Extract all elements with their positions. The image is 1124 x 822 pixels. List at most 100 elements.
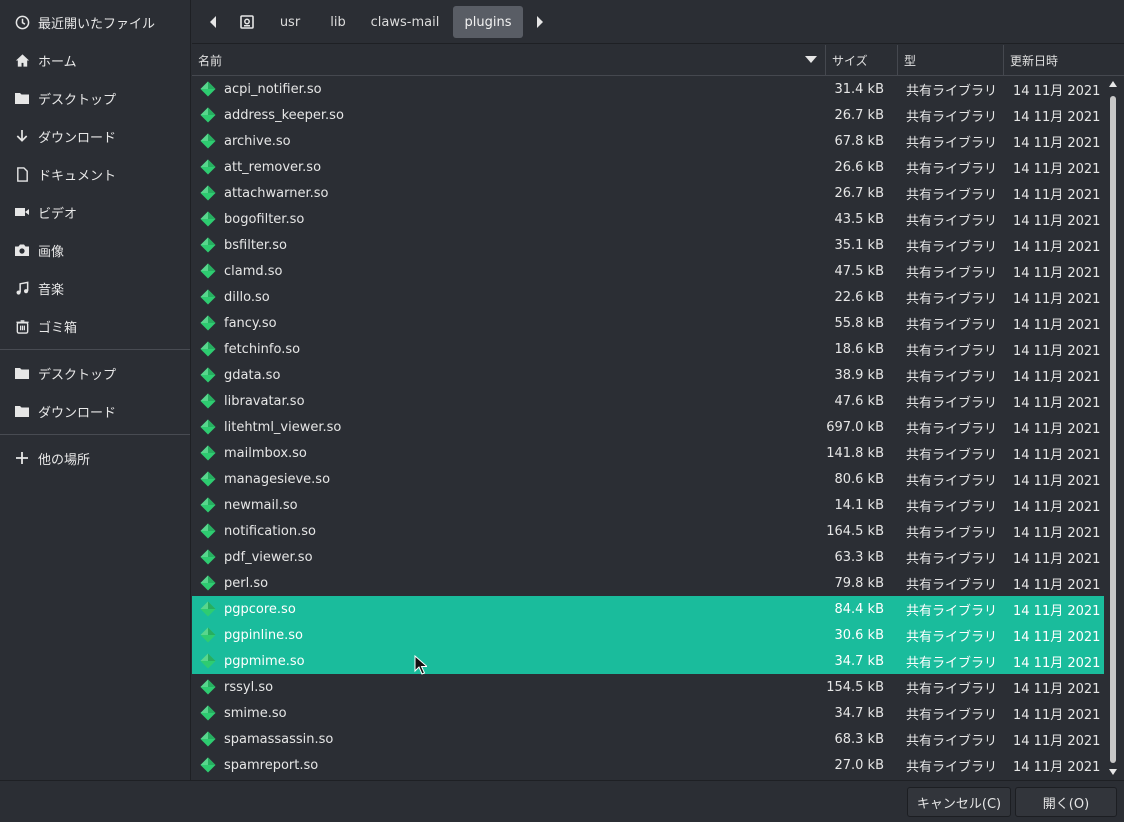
table-row[interactable]: fetchinfo.so 18.6 kB 共有ライブラリ 14 11月 2021 bbox=[192, 336, 1104, 362]
table-row[interactable]: address_keeper.so 26.7 kB 共有ライブラリ 14 11月 20… bbox=[192, 102, 1104, 128]
download-icon bbox=[14, 128, 30, 144]
table-row[interactable]: pgpinline.so 30.6 kB 共有ライブラリ 14 11月 2021 bbox=[192, 622, 1104, 648]
sidebar-item-label: ゴミ箱 bbox=[38, 320, 78, 336]
table-row[interactable]: dillo.so 22.6 kB 共有ライブラリ 14 11月 2021 bbox=[192, 284, 1104, 310]
file-type: 共有ライブラリ bbox=[906, 265, 998, 281]
table-row[interactable]: notification.so 164.5 kB 共有ライブラリ 14 11月 202… bbox=[192, 518, 1104, 544]
sidebar-item-downloads[interactable]: ダウンロード bbox=[0, 121, 190, 151]
path-segment-claws-mail[interactable]: claws-mail bbox=[366, 6, 444, 38]
column-header-size[interactable]: サイズ bbox=[826, 45, 898, 75]
sidebar-item-label: 他の場所 bbox=[38, 452, 91, 468]
table-row[interactable]: bogofilter.so 43.5 kB 共有ライブラリ 14 11月 2021 bbox=[192, 206, 1104, 232]
recent-icon bbox=[14, 14, 30, 30]
file-modified: 14 11月 2021 bbox=[1013, 395, 1101, 411]
sidebar-item-documents[interactable]: ドキュメント bbox=[0, 159, 190, 189]
sidebar-item-label: ダウンロード bbox=[38, 405, 117, 421]
path-segment-lib[interactable]: lib bbox=[318, 6, 358, 38]
shared-library-icon bbox=[200, 627, 216, 643]
file-name: dillo.so bbox=[224, 289, 270, 305]
file-size: 27.0 kB bbox=[834, 757, 884, 773]
open-button[interactable]: 開く(O) bbox=[1015, 787, 1117, 817]
file-name: bogofilter.so bbox=[224, 211, 305, 227]
shared-library-icon bbox=[200, 497, 216, 513]
path-scroll-left-button[interactable] bbox=[202, 6, 224, 38]
table-row[interactable]: fancy.so 55.8 kB 共有ライブラリ 14 11月 2021 bbox=[192, 310, 1104, 336]
sidebar-bookmark-downloads[interactable]: ダウンロード bbox=[0, 396, 190, 426]
file-type: 共有ライブラリ bbox=[906, 161, 998, 177]
table-row[interactable]: managesieve.so 80.6 kB 共有ライブラリ 14 11月 2021 bbox=[192, 466, 1104, 492]
sidebar-item-label: 画像 bbox=[38, 244, 65, 260]
cancel-button[interactable]: キャンセル(C) bbox=[907, 787, 1011, 817]
table-row[interactable]: clamd.so 47.5 kB 共有ライブラリ 14 11月 2021 bbox=[192, 258, 1104, 284]
file-size: 47.6 kB bbox=[834, 393, 884, 409]
shared-library-icon bbox=[200, 757, 216, 773]
file-name: perl.so bbox=[224, 575, 269, 591]
table-row[interactable]: pdf_viewer.so 63.3 kB 共有ライブラリ 14 11月 2021 bbox=[192, 544, 1104, 570]
scroll-down-icon bbox=[1109, 769, 1117, 775]
table-row[interactable]: gdata.so 38.9 kB 共有ライブラリ 14 11月 2021 bbox=[192, 362, 1104, 388]
scrollbar-thumb[interactable] bbox=[1110, 96, 1116, 763]
file-name: newmail.so bbox=[224, 497, 298, 513]
sidebar-bookmark-desktop[interactable]: デスクトップ bbox=[0, 358, 190, 388]
shared-library-icon bbox=[200, 679, 216, 695]
shared-library-icon bbox=[200, 341, 216, 357]
table-row[interactable]: attachwarner.so 26.7 kB 共有ライブラリ 14 11月 2021 bbox=[192, 180, 1104, 206]
table-row[interactable]: spamreport.so 27.0 kB 共有ライブラリ 14 11月 2021 bbox=[192, 752, 1104, 778]
file-name: pgpinline.so bbox=[224, 627, 303, 643]
path-scroll-right-button[interactable] bbox=[530, 6, 550, 38]
table-row[interactable]: mailmbox.so 141.8 kB 共有ライブラリ 14 11月 2021 bbox=[192, 440, 1104, 466]
sidebar-item-videos[interactable]: ビデオ bbox=[0, 197, 190, 227]
sort-descending-icon bbox=[805, 56, 817, 63]
file-size: 697.0 kB bbox=[826, 419, 884, 435]
table-row[interactable]: pgpmime.so 34.7 kB 共有ライブラリ 14 11月 2021 bbox=[192, 648, 1104, 674]
table-row[interactable]: newmail.so 14.1 kB 共有ライブラリ 14 11月 2021 bbox=[192, 492, 1104, 518]
table-row[interactable]: att_remover.so 26.6 kB 共有ライブラリ 14 11月 2021 bbox=[192, 154, 1104, 180]
sidebar-item-label: ダウンロード bbox=[38, 130, 117, 146]
file-modified: 14 11月 2021 bbox=[1013, 655, 1101, 671]
shared-library-icon bbox=[200, 367, 216, 383]
table-row[interactable]: bsfilter.so 35.1 kB 共有ライブラリ 14 11月 2021 bbox=[192, 232, 1104, 258]
column-header-name[interactable]: 名前 bbox=[192, 45, 826, 75]
table-row[interactable]: pgpcore.so 84.4 kB 共有ライブラリ 14 11月 2021 bbox=[192, 596, 1104, 622]
sidebar-item-desktop[interactable]: デスクトップ bbox=[0, 83, 190, 113]
table-row[interactable]: perl.so 79.8 kB 共有ライブラリ 14 11月 2021 bbox=[192, 570, 1104, 596]
file-name: smime.so bbox=[224, 705, 287, 721]
path-root-button[interactable] bbox=[234, 6, 260, 38]
file-modified: 14 11月 2021 bbox=[1013, 629, 1101, 645]
file-type: 共有ライブラリ bbox=[906, 499, 998, 515]
sidebar-item-music[interactable]: 音楽 bbox=[0, 273, 190, 303]
table-row[interactable]: smime.so 34.7 kB 共有ライブラリ 14 11月 2021 bbox=[192, 700, 1104, 726]
file-modified: 14 11月 2021 bbox=[1013, 343, 1101, 359]
sidebar-item-pictures[interactable]: 画像 bbox=[0, 235, 190, 265]
shared-library-icon bbox=[200, 133, 216, 149]
column-header-modified[interactable]: 更新日時 bbox=[1004, 45, 1124, 75]
file-size: 22.6 kB bbox=[834, 289, 884, 305]
path-segment-usr[interactable]: usr bbox=[272, 6, 308, 38]
file-size: 18.6 kB bbox=[834, 341, 884, 357]
shared-library-icon bbox=[200, 471, 216, 487]
scroll-up-icon bbox=[1109, 81, 1117, 87]
sidebar-item-label: デスクトップ bbox=[38, 367, 117, 383]
path-segment-plugins[interactable]: plugins bbox=[453, 6, 523, 38]
sidebar-item-trash[interactable]: ゴミ箱 bbox=[0, 311, 190, 341]
shared-library-icon bbox=[200, 107, 216, 123]
sidebar-item-other-locations[interactable]: 他の場所 bbox=[0, 443, 190, 473]
sidebar-separator bbox=[0, 434, 190, 435]
file-list: 名前 サイズ 型 更新日時 acpi_notifier.so 31.4 kB 共有ラ… bbox=[192, 45, 1124, 780]
file-modified: 14 11月 2021 bbox=[1013, 525, 1101, 541]
file-type: 共有ライブラリ bbox=[906, 291, 998, 307]
column-header-type[interactable]: 型 bbox=[898, 45, 1004, 75]
table-row[interactable]: litehtml_viewer.so 697.0 kB 共有ライブラリ 14 11月 … bbox=[192, 414, 1104, 440]
table-row[interactable]: archive.so 67.8 kB 共有ライブラリ 14 11月 2021 bbox=[192, 128, 1104, 154]
file-name: address_keeper.so bbox=[224, 107, 344, 123]
home-icon bbox=[14, 52, 30, 68]
table-row[interactable]: rssyl.so 154.5 kB 共有ライブラリ 14 11月 2021 bbox=[192, 674, 1104, 700]
file-type: 共有ライブラリ bbox=[906, 603, 998, 619]
table-row[interactable]: acpi_notifier.so 31.4 kB 共有ライブラリ 14 11月 202… bbox=[192, 76, 1104, 102]
table-row[interactable]: libravatar.so 47.6 kB 共有ライブラリ 14 11月 2021 bbox=[192, 388, 1104, 414]
file-name: archive.so bbox=[224, 133, 291, 149]
sidebar-item-recent[interactable]: 最近開いたファイル bbox=[0, 7, 190, 37]
shared-library-icon bbox=[200, 575, 216, 591]
table-row[interactable]: spamassassin.so 68.3 kB 共有ライブラリ 14 11月 2021 bbox=[192, 726, 1104, 752]
sidebar-item-home[interactable]: ホーム bbox=[0, 45, 190, 75]
